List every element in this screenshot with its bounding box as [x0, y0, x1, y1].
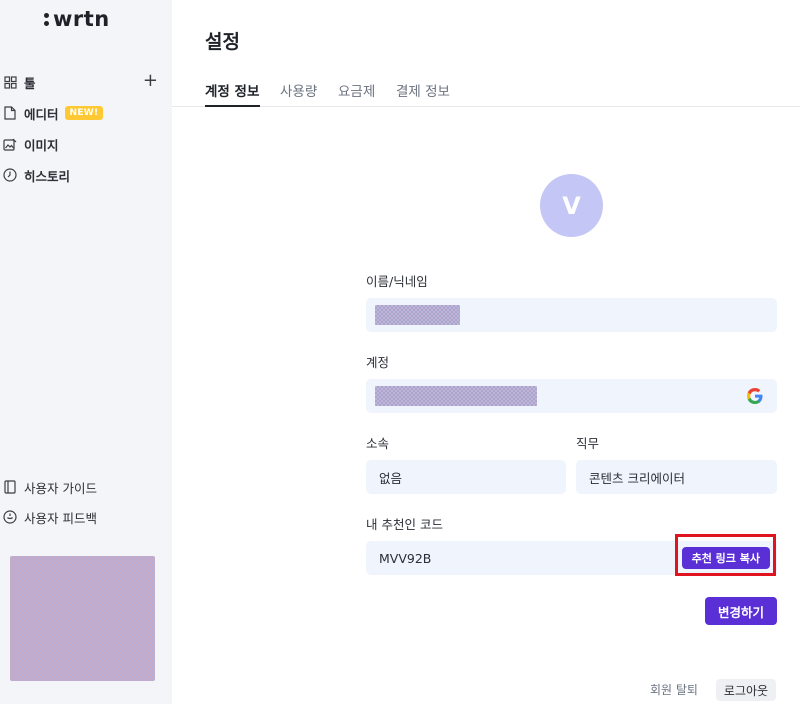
google-icon — [747, 388, 763, 404]
logo-dots-icon — [44, 12, 49, 26]
highlight-box — [675, 534, 776, 576]
sidebar-item-label: 에디터 — [24, 106, 59, 122]
redacted-name — [375, 305, 460, 325]
job-label: 직무 — [576, 436, 600, 451]
sidebar-item-editor[interactable]: 에디터 NEW! — [0, 102, 104, 124]
image-edit-icon — [2, 136, 18, 152]
logout-button[interactable]: 로그아웃 — [716, 679, 776, 701]
book-icon — [2, 479, 18, 495]
tab-plan[interactable]: 요금제 — [338, 80, 375, 100]
referral-code-label: 내 추천인 코드 — [366, 517, 443, 532]
logo-text: wrtn — [53, 7, 110, 31]
avatar[interactable]: V — [540, 174, 603, 237]
name-label: 이름/닉네임 — [366, 274, 428, 289]
sidebar-item-history[interactable]: 히스토리 — [0, 164, 70, 186]
page-title: 설정 — [205, 31, 240, 53]
sidebar-item-user-guide[interactable]: 사용자 가이드 — [0, 476, 97, 498]
new-badge: NEW! — [64, 106, 104, 120]
account-field — [366, 379, 777, 413]
sidebar-item-image[interactable]: 이미지 — [0, 133, 59, 155]
sidebar-item-label: 툴 — [24, 75, 36, 91]
wrtn-logo[interactable]: wrtn — [44, 6, 110, 32]
redacted-email — [375, 386, 537, 406]
plus-icon[interactable]: + — [143, 72, 158, 90]
affiliation-field[interactable]: 없음 — [366, 460, 566, 494]
grid-icon — [2, 74, 18, 90]
job-field[interactable]: 콘텐츠 크리에이터 — [576, 460, 777, 494]
name-field[interactable] — [366, 298, 777, 332]
withdraw-link[interactable]: 회원 탈퇴 — [650, 681, 698, 698]
save-changes-button[interactable]: 변경하기 — [705, 597, 777, 625]
sidebar-item-label: 히스토리 — [24, 168, 71, 184]
sidebar: wrtn 툴 + 에디터 NEW! 이미지 히스토리 사용자 가이드 사용자 피… — [0, 0, 172, 704]
tab-account-info[interactable]: 계정 정보 — [205, 80, 259, 100]
sidebar-item-tools[interactable]: 툴 — [0, 71, 36, 93]
clock-icon — [2, 167, 18, 183]
settings-main: 설정 계정 정보 사용량 요금제 결제 정보 V 이름/닉네임 계정 소속 없음… — [172, 0, 800, 704]
active-tab-indicator — [205, 105, 260, 107]
sidebar-item-user-feedback[interactable]: 사용자 피드백 — [0, 506, 97, 528]
sidebar-item-label: 이미지 — [24, 137, 59, 153]
document-icon — [2, 105, 18, 121]
affiliation-label: 소속 — [366, 436, 390, 451]
tab-payment-info[interactable]: 결제 정보 — [396, 80, 450, 100]
tab-usage[interactable]: 사용량 — [280, 80, 317, 100]
sidebar-item-label: 사용자 피드백 — [24, 510, 97, 526]
settings-tabs: 계정 정보 사용량 요금제 결제 정보 — [172, 70, 800, 107]
sidebar-banner-image[interactable] — [10, 556, 155, 681]
feedback-icon — [2, 509, 18, 525]
account-label: 계정 — [366, 355, 390, 370]
sidebar-item-label: 사용자 가이드 — [24, 480, 97, 496]
referral-code-value: MVV92B — [379, 550, 432, 566]
